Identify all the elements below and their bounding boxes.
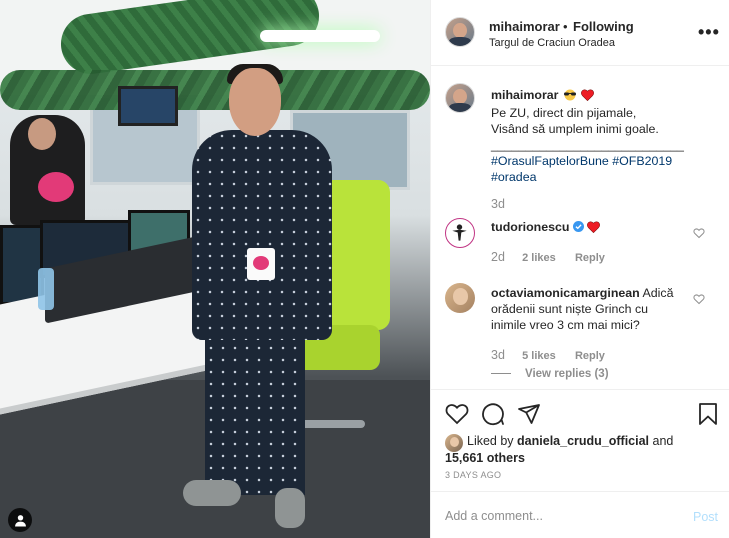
avatar[interactable] bbox=[445, 283, 475, 313]
view-replies-button[interactable]: View replies (3) bbox=[491, 368, 609, 380]
comment-meta: 3d 5 likes Reply bbox=[491, 348, 605, 362]
post-header: mihaimorar • Following Targul de Craciun… bbox=[431, 0, 729, 66]
following-button[interactable]: Following bbox=[573, 19, 634, 34]
avatar[interactable] bbox=[445, 83, 475, 113]
caption-line: Pe ZU, direct din pijamale, bbox=[491, 106, 637, 120]
post-actions: Liked by daniela_crudu_official and 15,6… bbox=[431, 389, 729, 491]
hashtag-link[interactable]: #oradea bbox=[491, 170, 536, 184]
user-tag-icon bbox=[14, 514, 26, 526]
comment: tudorionescu bbox=[491, 219, 601, 237]
likes-count-link[interactable]: 15,661 others bbox=[445, 451, 525, 465]
comment-likes[interactable]: 2 likes bbox=[522, 252, 556, 264]
hashtag-link[interactable]: #OrasulFaptelorBune bbox=[491, 154, 609, 168]
caption: mihaimorar Pe ZU, direct din pijamale, V… bbox=[491, 87, 684, 185]
avatar[interactable] bbox=[445, 218, 475, 248]
post-comment-button[interactable]: Post bbox=[693, 510, 718, 524]
post-date[interactable]: 3 DAYS AGO bbox=[445, 470, 501, 480]
comments-list[interactable]: mihaimorar Pe ZU, direct din pijamale, V… bbox=[431, 67, 729, 389]
caption-line: Visând să umplem inimi goale. bbox=[491, 122, 659, 136]
heart-emoji bbox=[587, 221, 601, 237]
tshirt-heart-logo bbox=[38, 172, 74, 202]
sunglasses-emoji bbox=[562, 89, 578, 105]
header-separator: • bbox=[563, 19, 568, 34]
replies-divider bbox=[491, 373, 511, 375]
water-bottle bbox=[38, 268, 54, 310]
comment-meta: 2d 2 likes Reply bbox=[491, 250, 605, 264]
post-photo[interactable] bbox=[0, 0, 430, 538]
verified-icon bbox=[572, 221, 584, 232]
add-comment-bar: Add a comment... Post bbox=[431, 491, 729, 538]
comment-text: inimile vreo 3 cm mai mici? bbox=[491, 318, 640, 332]
reply-button[interactable]: Reply bbox=[575, 350, 605, 362]
slipper bbox=[275, 488, 305, 528]
pajama-pants bbox=[205, 330, 305, 495]
christmas-garland bbox=[0, 70, 430, 110]
background-person-head bbox=[28, 118, 56, 150]
comment-likes[interactable]: 5 likes bbox=[522, 350, 556, 362]
share-icon[interactable] bbox=[517, 402, 541, 426]
caption-username[interactable]: mihaimorar bbox=[491, 88, 558, 102]
mug-heart-logo bbox=[253, 256, 269, 270]
comment-text: Adică bbox=[642, 286, 674, 300]
man-head bbox=[229, 68, 281, 136]
liked-by-and: and bbox=[652, 434, 674, 448]
hashtag-link[interactable]: #OFB2019 bbox=[612, 154, 672, 168]
liked-by-text: Liked by daniela_crudu_official and 15,6… bbox=[445, 433, 673, 467]
post-location[interactable]: Targul de Craciun Oradea bbox=[489, 37, 615, 49]
caption-line: ____________________________ bbox=[491, 138, 684, 152]
caption-time[interactable]: 3d bbox=[491, 197, 505, 211]
comment-input[interactable]: Add a comment... bbox=[445, 509, 543, 523]
comment: octaviamonicamarginean Adică orădenii su… bbox=[491, 285, 674, 333]
more-icon[interactable]: ••• bbox=[698, 22, 720, 43]
wall-tv bbox=[118, 86, 178, 126]
pajama-shirt bbox=[192, 130, 332, 340]
ceiling-lamp bbox=[260, 30, 380, 42]
bookmark-icon[interactable] bbox=[696, 402, 720, 426]
like-comment-heart-icon[interactable] bbox=[693, 227, 705, 239]
comment-text: orădenii sunt niște Grinch cu bbox=[491, 302, 649, 316]
reply-button[interactable]: Reply bbox=[575, 252, 605, 264]
slipper bbox=[183, 480, 241, 506]
post-username[interactable]: mihaimorar bbox=[489, 19, 560, 34]
liker-username[interactable]: daniela_crudu_official bbox=[517, 434, 649, 448]
like-comment-heart-icon[interactable] bbox=[693, 293, 705, 305]
comment-username[interactable]: octaviamonicamarginean bbox=[491, 286, 640, 300]
view-replies-label: View replies (3) bbox=[525, 368, 609, 380]
comment-icon[interactable] bbox=[481, 402, 505, 426]
heart-emoji bbox=[581, 89, 595, 105]
user-tag-button[interactable] bbox=[8, 508, 32, 532]
comment-time[interactable]: 2d bbox=[491, 250, 505, 264]
comment-time[interactable]: 3d bbox=[491, 348, 505, 362]
liked-by-prefix: Liked by bbox=[467, 434, 514, 448]
post-side-panel: mihaimorar • Following Targul de Craciun… bbox=[430, 0, 729, 538]
avatar[interactable] bbox=[445, 17, 475, 47]
comment-username[interactable]: tudorionescu bbox=[491, 220, 569, 234]
caption-meta: 3d bbox=[491, 197, 519, 211]
heart-icon[interactable] bbox=[445, 402, 469, 426]
